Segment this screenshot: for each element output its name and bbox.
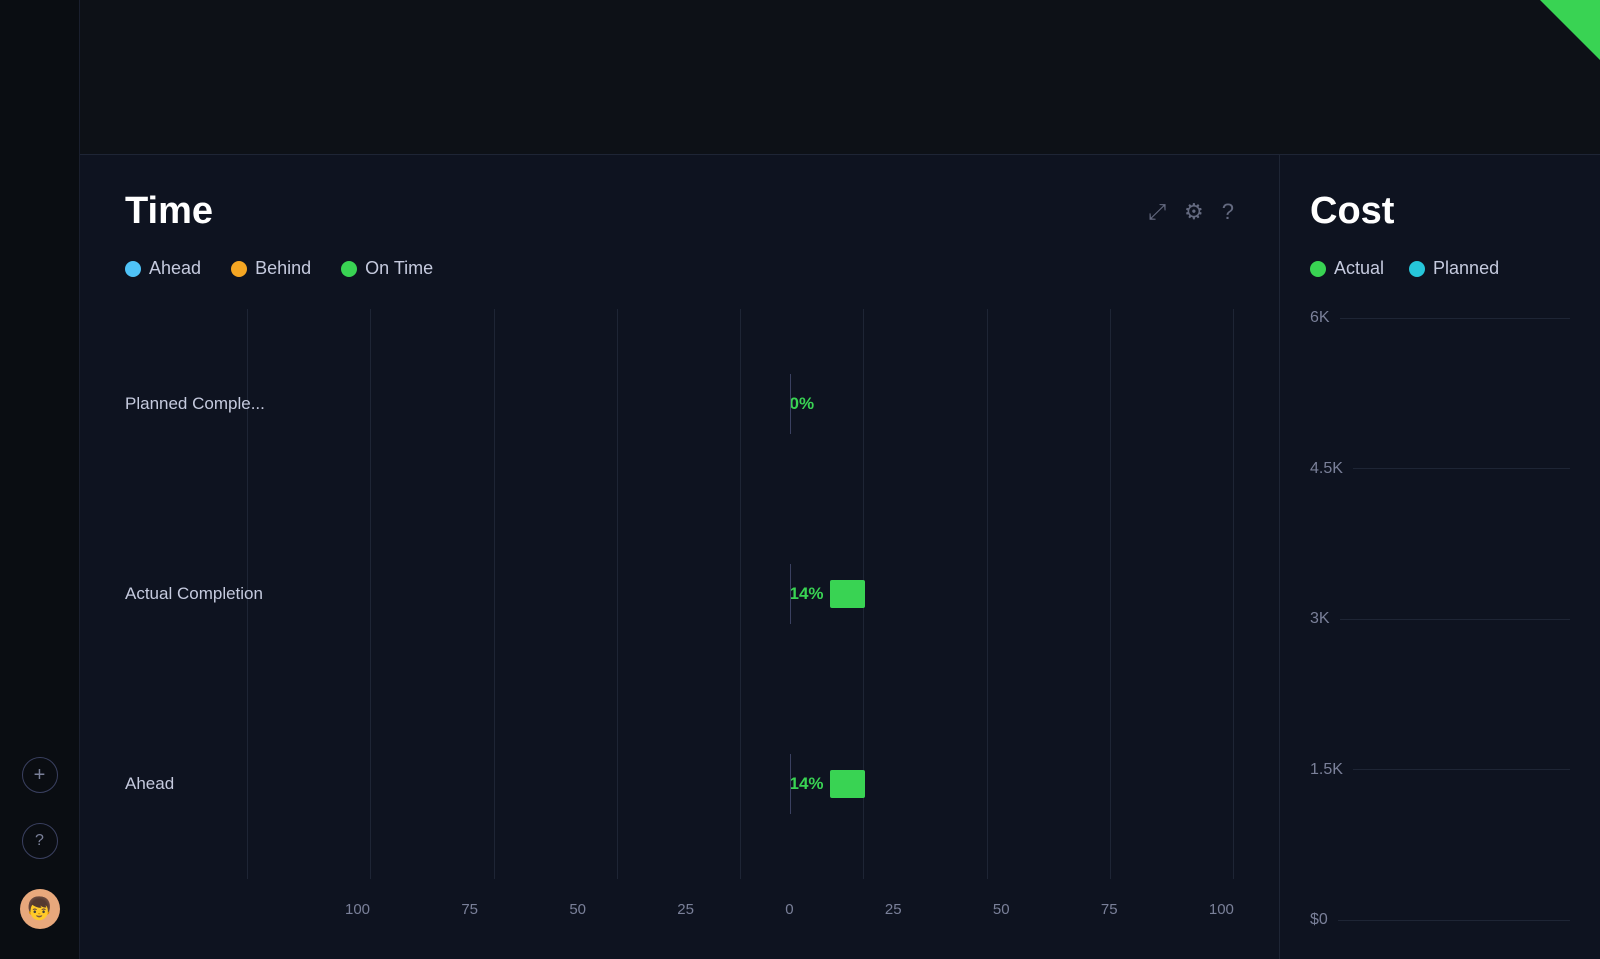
planned-cost-dot	[1409, 261, 1425, 277]
cost-y-6k: 6K	[1310, 309, 1570, 327]
top-bar	[80, 0, 1600, 155]
actual-value: 14%	[790, 584, 824, 604]
planned-label: Planned Comple...	[125, 394, 345, 414]
x-label-0: 0	[785, 901, 793, 918]
cost-legend: Actual Planned	[1310, 258, 1570, 279]
sidebar: + ? 👦	[0, 0, 80, 959]
chart-rows: Planned Comple... 0% Actual Completion	[125, 309, 1234, 879]
actual-bar	[830, 580, 865, 608]
actual-cost-dot	[1310, 261, 1326, 277]
x-label-100-right: 100	[1209, 901, 1234, 918]
time-panel-header: Time ⤢ ⚙ ?	[125, 190, 1234, 233]
behind-label: Behind	[255, 258, 311, 279]
ahead-dot	[125, 261, 141, 277]
cost-legend-actual: Actual	[1310, 258, 1384, 279]
cost-panel-header: Cost	[1310, 190, 1570, 233]
time-chart-container: Planned Comple... 0% Actual Completion	[125, 309, 1234, 929]
planned-cost-label: Planned	[1433, 258, 1499, 279]
legend-behind: Behind	[231, 258, 311, 279]
chart-row-ahead: Ahead 14%	[125, 754, 1234, 814]
content-area: Time ⤢ ⚙ ? Ahead Behind	[80, 155, 1600, 959]
ahead-bar	[830, 770, 865, 798]
cost-y-3k: 3K	[1310, 610, 1570, 628]
cost-panel-title: Cost	[1310, 190, 1394, 233]
ontime-label: On Time	[365, 258, 433, 279]
x-label-25-left: 25	[677, 901, 694, 918]
ahead-value: 14%	[790, 774, 824, 794]
time-panel: Time ⤢ ⚙ ? Ahead Behind	[80, 155, 1280, 959]
cost-panel: Cost Actual Planned 6K 4.5K 3K 1.5K $0	[1280, 155, 1600, 959]
center-line-ahead	[790, 754, 791, 814]
chart-row-actual: Actual Completion 14%	[125, 564, 1234, 624]
x-label-50-right: 50	[993, 901, 1010, 918]
settings-icon[interactable]: ⚙	[1184, 199, 1204, 225]
x-label-75-left: 75	[461, 901, 478, 918]
ontime-dot	[341, 261, 357, 277]
x-axis: 100 75 50 25 0 25 50 75 100	[125, 889, 1234, 929]
x-label-75-right: 75	[1101, 901, 1118, 918]
x-label-50-left: 50	[569, 901, 586, 918]
actual-cost-label: Actual	[1334, 258, 1384, 279]
ahead-bar-area: 14%	[345, 754, 1234, 814]
planned-bar-area: 0%	[345, 374, 1234, 434]
ahead-bar-wrapper: 14%	[790, 770, 865, 798]
center-line-actual	[790, 564, 791, 624]
help-icon[interactable]: ?	[1222, 199, 1234, 225]
cost-y-4-5k: 4.5K	[1310, 460, 1570, 478]
avatar[interactable]: 👦	[20, 889, 60, 929]
legend-ontime: On Time	[341, 258, 433, 279]
help-button[interactable]: ?	[22, 823, 58, 859]
center-line-planned	[790, 374, 791, 434]
actual-bar-wrapper: 14%	[790, 580, 865, 608]
cost-y-1-5k: 1.5K	[1310, 761, 1570, 779]
add-button[interactable]: +	[22, 757, 58, 793]
x-label-100-left: 100	[345, 901, 370, 918]
time-legend: Ahead Behind On Time	[125, 258, 1234, 279]
planned-bar-wrapper: 0%	[790, 390, 821, 418]
main-content: Time ⤢ ⚙ ? Ahead Behind	[80, 0, 1600, 959]
ahead-row-label: Ahead	[125, 774, 345, 794]
behind-dot	[231, 261, 247, 277]
actual-bar-area: 14%	[345, 564, 1234, 624]
actual-label: Actual Completion	[125, 584, 345, 604]
ahead-label: Ahead	[149, 258, 201, 279]
cost-y-0: $0	[1310, 911, 1570, 929]
planned-value: 0%	[790, 394, 815, 414]
time-panel-icons: ⤢ ⚙ ?	[1148, 199, 1234, 225]
cost-legend-planned: Planned	[1409, 258, 1499, 279]
legend-ahead: Ahead	[125, 258, 201, 279]
time-panel-title: Time	[125, 190, 213, 233]
chart-row-planned: Planned Comple... 0%	[125, 374, 1234, 434]
expand-icon[interactable]: ⤢	[1148, 199, 1166, 225]
cost-y-axis: 6K 4.5K 3K 1.5K $0	[1310, 309, 1570, 929]
x-label-25-right: 25	[885, 901, 902, 918]
x-axis-labels: 100 75 50 25 0 25 50 75 100	[345, 901, 1234, 918]
